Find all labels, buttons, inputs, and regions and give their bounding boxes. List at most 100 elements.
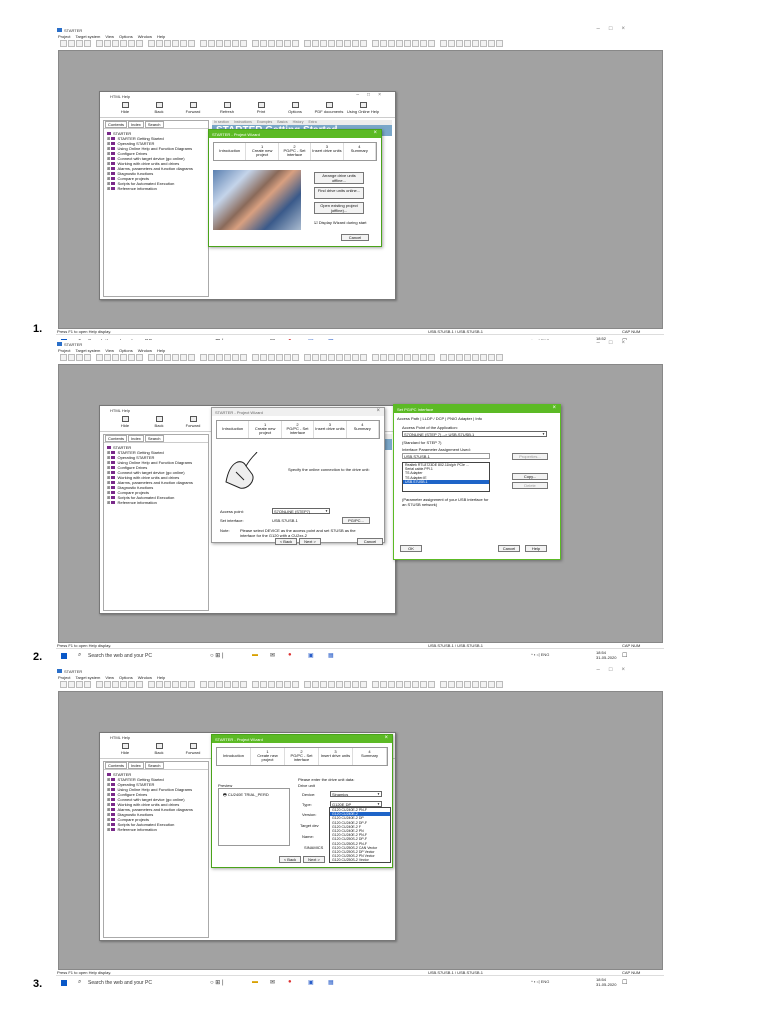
toolbar-button-icon[interactable] [188, 40, 195, 47]
toolbar-button-icon[interactable] [232, 40, 239, 47]
tab-search[interactable]: Search [144, 762, 164, 769]
toolbar-button-icon[interactable] [268, 354, 275, 361]
help-toolbar-button[interactable]: Options [278, 100, 312, 117]
toolbar-button-icon[interactable] [412, 40, 419, 47]
tab-search[interactable]: Search [144, 121, 164, 128]
toolbar-button-icon[interactable] [320, 354, 327, 361]
notifications-icon[interactable]: ☐ [622, 979, 627, 986]
toolbar-button-icon[interactable] [208, 354, 215, 361]
task-view-icon[interactable]: ○ ⊞ | [210, 652, 224, 659]
help-window-controls[interactable]: –□× [356, 92, 389, 98]
tab-contents[interactable]: Contents [105, 762, 128, 769]
cancel-button[interactable]: Cancel [357, 538, 383, 545]
toolbar-button-icon[interactable] [352, 40, 359, 47]
toolbar-button-icon[interactable] [428, 40, 435, 47]
toolbar-button-icon[interactable] [428, 681, 435, 688]
toolbar-button-icon[interactable] [420, 40, 427, 47]
toolbar-button-icon[interactable] [388, 40, 395, 47]
menu-target-system[interactable]: Target system [75, 675, 100, 680]
toolbar-button-icon[interactable] [472, 40, 479, 47]
toolbar-button-icon[interactable] [320, 40, 327, 47]
toolbar-button-icon[interactable] [260, 40, 267, 47]
toolbar-button-icon[interactable] [276, 40, 283, 47]
toolbar-button-icon[interactable] [404, 40, 411, 47]
toolbar-button-icon[interactable] [404, 354, 411, 361]
toolbar-button-icon[interactable] [292, 40, 299, 47]
tab-pnio-adapter[interactable]: PNIO Adapter [447, 416, 472, 421]
toolbar-button-icon[interactable] [136, 681, 143, 688]
menu-project[interactable]: Project [58, 348, 70, 353]
toolbar-button-icon[interactable] [120, 681, 127, 688]
toolbar-button-icon[interactable] [268, 40, 275, 47]
toolbar-button-icon[interactable] [312, 40, 319, 47]
toolbar-button-icon[interactable] [276, 681, 283, 688]
back-button[interactable]: < Back [279, 856, 301, 863]
menu-window[interactable]: Window [138, 34, 152, 39]
toolbar-button-icon[interactable] [344, 40, 351, 47]
tab-contents[interactable]: Contents [105, 435, 128, 442]
toolbar-button-icon[interactable] [68, 681, 75, 688]
delete-button[interactable]: Delete [512, 482, 548, 489]
help-nav-item[interactable]: Instructions [234, 120, 252, 124]
toolbar-button-icon[interactable] [200, 40, 207, 47]
device-select[interactable]: Sinamics [330, 791, 382, 797]
help-tree-item[interactable]: ⊞ Reference information [107, 500, 205, 505]
file-explorer-icon[interactable]: ▬ [252, 652, 258, 658]
help-toolbar-button[interactable]: Hide [108, 414, 142, 431]
menu-view[interactable]: View [105, 34, 114, 39]
toolbar-button-icon[interactable] [224, 40, 231, 47]
toolbar-button-icon[interactable] [284, 681, 291, 688]
toolbar-button-icon[interactable] [260, 354, 267, 361]
toolbar-button-icon[interactable] [312, 681, 319, 688]
system-tray[interactable]: ^ ▪ ◁ ENG [531, 652, 549, 657]
toolbar-button-icon[interactable] [440, 681, 447, 688]
help-toolbar-button[interactable]: Refresh [210, 100, 244, 117]
toolbar-button-icon[interactable] [208, 681, 215, 688]
toolbar-button-icon[interactable] [156, 681, 163, 688]
toolbar-button-icon[interactable] [216, 681, 223, 688]
toolbar-button-icon[interactable] [420, 681, 427, 688]
toolbar-button-icon[interactable] [360, 40, 367, 47]
toolbar-button-icon[interactable] [128, 40, 135, 47]
help-toolbar-button[interactable]: Hide [108, 741, 142, 758]
help-nav-item[interactable]: In section [214, 120, 229, 124]
toolbar-button-icon[interactable] [456, 681, 463, 688]
toolbar-button-icon[interactable] [68, 40, 75, 47]
menu-project[interactable]: Project [58, 675, 70, 680]
type-dropdown-list[interactable]: G120 CU240E-2 PN-F G120 CU240E-2 G120 CU24… [329, 807, 391, 863]
access-point-select[interactable]: S7ONLINE (STEP7) [272, 508, 330, 514]
toolbar-button-icon[interactable] [200, 354, 207, 361]
cancel-button[interactable]: Cancel [341, 234, 369, 241]
taskbar-search[interactable]: Search the web and your PC [88, 653, 152, 659]
toolbar-button-icon[interactable] [396, 681, 403, 688]
tab-index[interactable]: Index [128, 762, 144, 769]
toolbar-button-icon[interactable] [464, 40, 471, 47]
type-option[interactable]: G120 CU250S-2 Vector [330, 858, 390, 862]
next-button[interactable]: Next > [303, 856, 325, 863]
starter-taskbar-icon[interactable]: ▦ [328, 652, 334, 659]
display-wizard-checkbox[interactable]: ☑ Display Wizard during start [314, 220, 367, 225]
close-icon[interactable]: × [384, 735, 388, 741]
toolbar-button-icon[interactable] [232, 681, 239, 688]
help-nav-item[interactable]: Extra [308, 120, 316, 124]
toolbar-button-icon[interactable] [496, 354, 503, 361]
window-controls[interactable]: –□× [597, 26, 634, 32]
tab-index[interactable]: Index [128, 435, 144, 442]
toolbar-button-icon[interactable] [112, 40, 119, 47]
toolbar-button-icon[interactable] [428, 354, 435, 361]
toolbar-button-icon[interactable] [380, 681, 387, 688]
toolbar-button-icon[interactable] [388, 354, 395, 361]
task-view-icon[interactable]: ○ ⊞ | [210, 979, 224, 986]
arrange-offline-button[interactable]: Arrange drive units offline... [314, 172, 364, 184]
toolbar-button-icon[interactable] [148, 354, 155, 361]
toolbar-button-icon[interactable] [104, 354, 111, 361]
notifications-icon[interactable]: ☐ [622, 652, 627, 659]
toolbar-button-icon[interactable] [84, 40, 91, 47]
help-nav-item[interactable]: Examples [257, 120, 272, 124]
menu-options[interactable]: Options [119, 675, 133, 680]
help-toolbar-button[interactable]: Forward [176, 414, 210, 431]
toolbar-button-icon[interactable] [488, 40, 495, 47]
toolbar-button-icon[interactable] [304, 681, 311, 688]
toolbar-button-icon[interactable] [496, 40, 503, 47]
toolbar-button-icon[interactable] [172, 354, 179, 361]
